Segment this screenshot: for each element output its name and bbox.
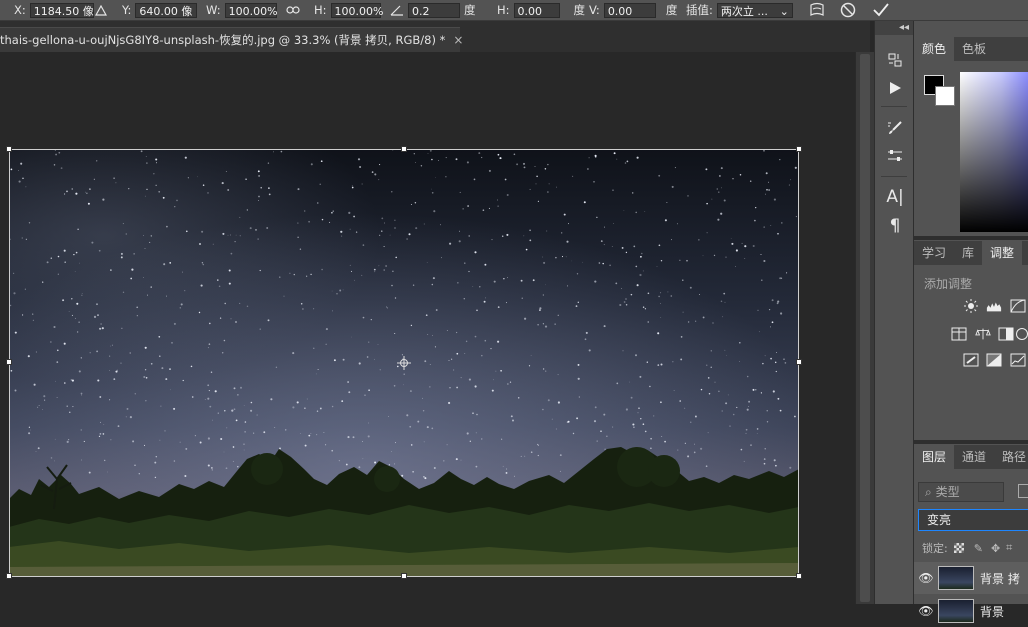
angle-field[interactable]: 0.2	[408, 2, 460, 18]
transform-handle-top[interactable]	[401, 146, 407, 152]
tab-paths[interactable]: 路径	[994, 445, 1028, 469]
w-field[interactable]: 100.00%	[224, 2, 278, 18]
color-picker-field[interactable]	[960, 72, 1028, 232]
blend-mode-value: 变亮	[927, 513, 952, 527]
vertical-scrollbar[interactable]	[855, 52, 874, 604]
transform-handle-top-right[interactable]	[796, 146, 802, 152]
lock-move-icon[interactable]: ✥	[991, 542, 1000, 555]
transform-handle-top-left[interactable]	[6, 146, 12, 152]
eye-icon[interactable]: 👁	[918, 604, 934, 618]
tab-channels[interactable]: 通道	[954, 445, 994, 469]
layer-name: 背景	[980, 604, 1005, 619]
curves-icon[interactable]	[1010, 299, 1026, 313]
gradient-map-icon[interactable]	[1010, 353, 1026, 367]
chevron-down-icon: ⌄	[779, 4, 789, 18]
layers-panel-tabs: 图层 通道 路径	[914, 445, 1028, 469]
angle-icon	[390, 0, 404, 20]
x-label: X:	[14, 3, 26, 17]
options-bar: X: 1184.50 像 Y: 640.00 像 W: 100.00% H: 1…	[0, 0, 1028, 21]
transform-handle-left[interactable]	[6, 359, 12, 365]
black-white-icon[interactable]	[998, 327, 1014, 341]
vskew-unit: 度	[665, 3, 678, 17]
color-panel-tabs: 颜色 色板	[914, 37, 1028, 61]
lock-brush-icon[interactable]: ✎	[974, 542, 983, 555]
tab-learn[interactable]: 学习	[914, 241, 954, 265]
exposure-icon[interactable]	[951, 327, 967, 341]
filter-image-icon[interactable]	[1018, 484, 1028, 498]
x-field[interactable]: 1184.50 像	[29, 2, 94, 18]
h-label: H:	[314, 3, 327, 17]
invert-icon[interactable]	[963, 353, 979, 367]
tab-swatches[interactable]: 色板	[954, 37, 994, 61]
collapse-icon[interactable]: ◂◂	[875, 21, 913, 35]
adjust-panel-tabs: 学习 库 调整	[914, 241, 1028, 265]
tab-libraries[interactable]: 库	[954, 241, 982, 265]
hskew-field[interactable]: 0.00	[513, 2, 560, 18]
tab-adjustments[interactable]: 调整	[982, 241, 1023, 265]
layer-row[interactable]: 👁 背景 拷	[914, 562, 1028, 594]
transform-handle-bottom-right[interactable]	[796, 573, 802, 579]
play-actions-icon[interactable]	[884, 77, 906, 99]
delta-icon[interactable]	[95, 0, 107, 20]
link-icon[interactable]	[286, 0, 300, 20]
hskew-unit: 度	[573, 3, 586, 17]
close-icon[interactable]: ×	[453, 33, 463, 47]
transform-handle-right[interactable]	[796, 359, 802, 365]
warp-icon[interactable]	[808, 0, 826, 20]
scrollbar-thumb[interactable]	[860, 54, 870, 602]
transform-handle-bottom[interactable]	[401, 573, 407, 579]
interpolation-label: 插值:	[686, 3, 713, 17]
tab-color[interactable]: 颜色	[914, 37, 955, 61]
search-icon: ⌕	[925, 485, 932, 499]
history-icon[interactable]	[884, 49, 906, 71]
h-field[interactable]: 100.00%	[330, 2, 383, 18]
layer-filter-select[interactable]: ⌕ 类型	[918, 482, 1004, 502]
layer-name: 背景 拷	[980, 571, 1020, 586]
paragraph-icon[interactable]: ¶	[884, 215, 906, 237]
panel-icon-column: ◂◂ A| ¶	[874, 21, 913, 604]
eye-icon[interactable]: 👁	[918, 571, 934, 585]
w-label: W:	[206, 3, 221, 17]
vskew-label: V:	[589, 3, 600, 17]
y-field[interactable]: 640.00 像	[135, 2, 198, 18]
interpolation-select[interactable]: 两次立 ... ⌄	[716, 2, 793, 18]
photo-filter-icon[interactable]	[1014, 327, 1028, 341]
lock-label: 锁定:	[922, 542, 948, 555]
document-tab[interactable]: thais-gellona-u-oujNjsG8IY8-unsplash-恢复的…	[0, 27, 463, 52]
commit-transform-icon[interactable]	[872, 0, 890, 20]
document-tab-title: thais-gellona-u-oujNjsG8IY8-unsplash-恢复的…	[0, 33, 446, 47]
color-balance-icon[interactable]	[975, 327, 991, 341]
lock-transparency-icon[interactable]	[953, 543, 964, 553]
posterize-icon[interactable]	[986, 353, 1002, 367]
vskew-field[interactable]: 0.00	[603, 2, 656, 18]
brightness-icon[interactable]	[963, 299, 979, 313]
tab-layers[interactable]: 图层	[914, 445, 955, 469]
add-adjustment-heading: 添加调整	[924, 277, 973, 291]
character-icon[interactable]: A|	[884, 186, 906, 208]
adjustments-sliders-icon[interactable]	[884, 145, 906, 167]
hskew-label: H:	[497, 3, 510, 17]
brush-settings-icon[interactable]	[884, 117, 906, 139]
levels-icon[interactable]	[986, 299, 1002, 313]
layer-row[interactable]: 👁 背景	[914, 595, 1028, 627]
transform-handle-bottom-left[interactable]	[6, 573, 12, 579]
lock-artboard-icon[interactable]: ⌗	[1006, 541, 1012, 555]
layer-thumbnail	[938, 566, 974, 590]
reference-point-icon[interactable]	[397, 356, 411, 370]
layer-thumbnail	[938, 599, 974, 623]
background-color-swatch[interactable]	[935, 86, 955, 106]
angle-unit: 度	[464, 3, 476, 17]
y-label: Y:	[122, 3, 132, 17]
cancel-transform-icon[interactable]	[840, 0, 856, 20]
interpolation-value: 两次立 ...	[720, 4, 768, 18]
right-panels: 颜色 色板 学习 库 调整 添加调整 图层 通道 路径 ⌕ 类型 变亮 锁定: …	[913, 21, 1028, 623]
layer-filter-value: 类型	[935, 485, 960, 499]
blend-mode-select[interactable]: 变亮	[918, 509, 1028, 531]
